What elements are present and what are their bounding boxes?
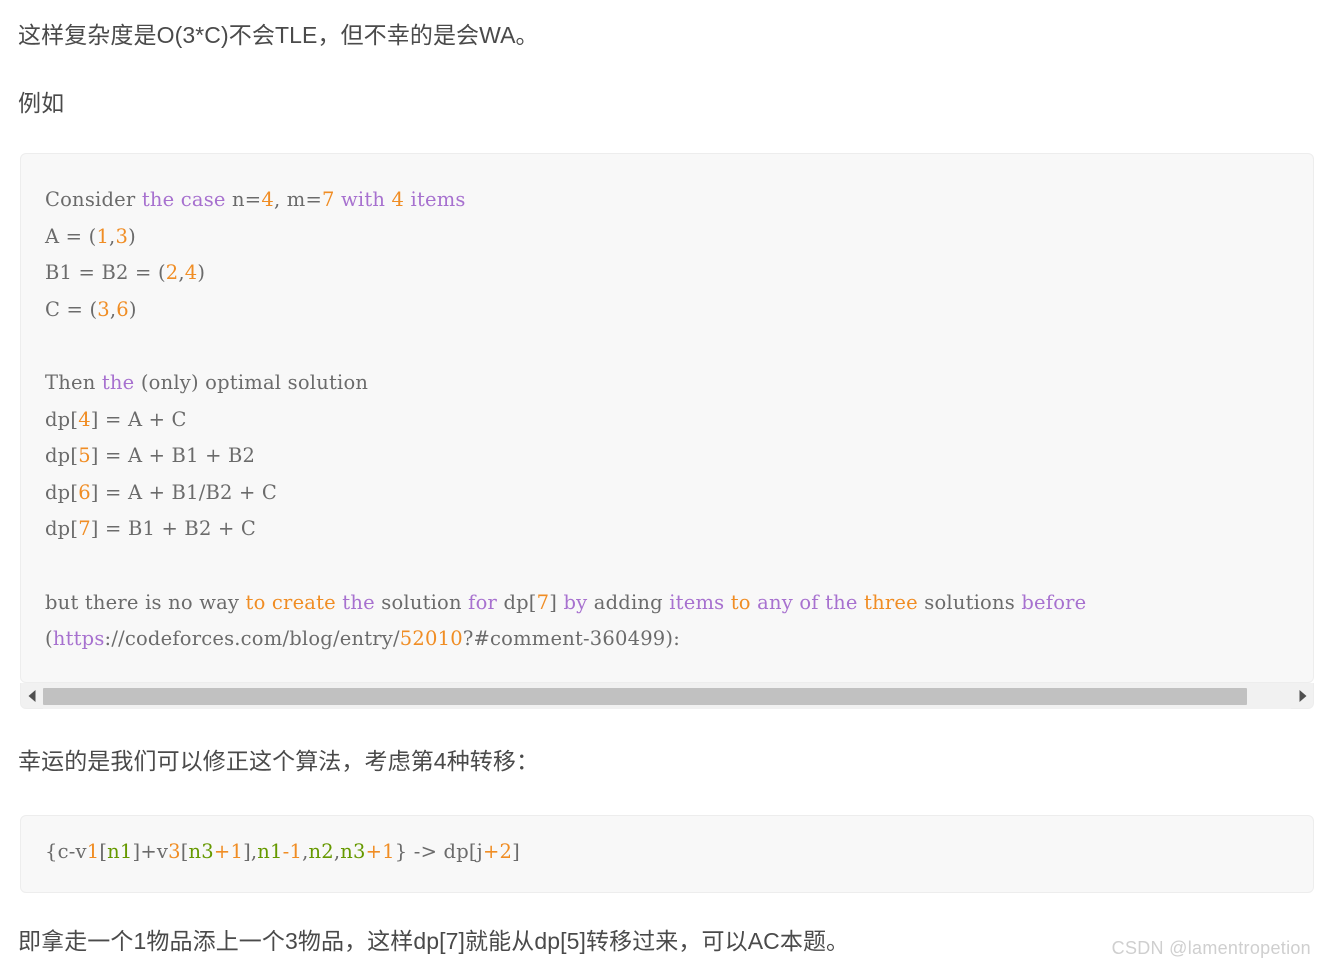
code-viewport-small[interactable]: {c-v1[n1]+v3[n3+1],n1-1,n2,n3+1} -> dp[j… bbox=[21, 816, 1313, 892]
code-token: ) bbox=[128, 297, 137, 321]
code-token: for bbox=[468, 590, 498, 614]
code-token: n1 bbox=[107, 840, 133, 863]
code-token: 6 bbox=[78, 480, 91, 504]
code-token: 4 bbox=[391, 188, 405, 211]
code-token: three bbox=[857, 590, 918, 614]
code-token: 4 bbox=[261, 188, 274, 211]
code-token: ] = A + C bbox=[90, 407, 187, 431]
code-token: 2 bbox=[165, 261, 179, 285]
code-token: (only) optimal solution bbox=[134, 370, 369, 394]
code-token: 52010 bbox=[399, 627, 463, 651]
scrollbar-thumb[interactable] bbox=[43, 687, 1248, 705]
code-token: ] = A + B1 + B2 bbox=[90, 444, 256, 468]
code-token: the bbox=[818, 590, 858, 614]
code-token: the bbox=[335, 590, 375, 614]
code-token: items bbox=[669, 590, 725, 614]
code-token: to create bbox=[245, 590, 336, 614]
code-token: any of bbox=[750, 590, 819, 614]
code-token: C = ( bbox=[45, 297, 98, 321]
code-token: by bbox=[557, 590, 588, 614]
code-token: -1 bbox=[282, 840, 303, 863]
code-token: Then bbox=[45, 370, 102, 394]
code-token: before bbox=[1021, 590, 1087, 614]
code-token: [ bbox=[99, 840, 108, 863]
paragraph-complexity-note: 这样复杂度是O(3*C)不会TLE，但不幸的是会WA。 bbox=[18, 22, 539, 48]
scroll-right-arrow-icon[interactable] bbox=[1291, 683, 1313, 709]
code-block-example[interactable]: Consider the case n=4, m=7 with 4 items … bbox=[20, 153, 1314, 683]
code-token: 6 bbox=[116, 297, 129, 321]
code-token: 7 bbox=[78, 517, 91, 541]
code-token: +1 bbox=[213, 840, 244, 863]
code-token: dp[ bbox=[497, 590, 537, 614]
code-token: solutions bbox=[917, 590, 1022, 614]
code-token: ], bbox=[243, 840, 258, 863]
code-token: } -> dp[j bbox=[394, 840, 483, 863]
code-token: 7 bbox=[536, 590, 550, 614]
code-viewport-main[interactable]: Consider the case n=4, m=7 with 4 items … bbox=[21, 154, 1313, 682]
code-token: adding bbox=[587, 590, 670, 614]
code-token: ://codeforces.com/blog/entry/ bbox=[104, 627, 400, 651]
code-token: dp[ bbox=[45, 517, 79, 541]
code-token: n3 bbox=[340, 840, 366, 863]
code-token: 4 bbox=[184, 261, 198, 285]
code-token: +1 bbox=[365, 840, 395, 863]
code-token: 3 bbox=[97, 297, 110, 321]
code-token: but there is no way bbox=[45, 590, 246, 614]
code-content-small: {c-v1[n1]+v3[n3+1],n1-1,n2,n3+1} -> dp[j… bbox=[21, 816, 1313, 869]
code-token: 4 bbox=[78, 407, 91, 431]
code-token: Consider bbox=[45, 188, 142, 211]
code-token: n1 bbox=[257, 840, 283, 863]
paragraph-fix-note: 幸运的是我们可以修正这个算法，考虑第4种转移： bbox=[18, 748, 540, 774]
code-token: [ bbox=[180, 840, 189, 863]
code-block-transition[interactable]: {c-v1[n1]+v3[n3+1],n1-1,n2,n3+1} -> dp[j… bbox=[20, 815, 1314, 893]
code-content-main: Consider the case n=4, m=7 with 4 items … bbox=[21, 154, 1313, 658]
code-token: 1 bbox=[96, 224, 110, 248]
code-token: ( bbox=[45, 627, 53, 651]
code-token: ]+v bbox=[132, 840, 169, 863]
code-token: 3 bbox=[115, 224, 129, 248]
code-token: with bbox=[334, 188, 392, 211]
code-token: ) bbox=[197, 261, 206, 285]
code-token: 1 bbox=[86, 840, 100, 863]
code-token: ] bbox=[549, 590, 558, 614]
paragraph-conclusion: 即拿走一个1物品添上一个3物品，这样dp[7]就能从dp[5]转移过来，可以AC… bbox=[18, 928, 850, 954]
code-token: 5 bbox=[78, 444, 91, 468]
code-token: dp[ bbox=[45, 480, 79, 504]
code-token: https bbox=[52, 627, 105, 651]
code-token: {c-v bbox=[45, 840, 87, 863]
code-token: 3 bbox=[168, 840, 181, 863]
code-token: A = ( bbox=[45, 224, 97, 248]
code-token: ] bbox=[512, 840, 520, 863]
code-token: n2 bbox=[308, 840, 334, 863]
paragraph-example-label: 例如 bbox=[18, 90, 65, 116]
code-token: ] = A + B1/B2 + C bbox=[90, 480, 278, 504]
code-token: ) bbox=[128, 224, 136, 248]
code-token: ] = B1 + B2 + C bbox=[90, 517, 257, 541]
code-token: dp[ bbox=[45, 407, 79, 431]
scroll-left-arrow-icon[interactable] bbox=[21, 683, 43, 709]
code-token: 7 bbox=[321, 188, 335, 211]
code-token: n= bbox=[225, 188, 262, 211]
code-token: items bbox=[404, 188, 466, 211]
code-token: to bbox=[724, 590, 751, 614]
csdn-watermark: CSDN @lamentropetion bbox=[1111, 938, 1311, 958]
code-token: dp[ bbox=[45, 444, 79, 468]
code-token: , m= bbox=[273, 188, 322, 211]
code-token: the bbox=[101, 370, 135, 394]
code-token: B1 = B2 = ( bbox=[45, 261, 166, 285]
article-page: 这样复杂度是O(3*C)不会TLE，但不幸的是会WA。 例如 Consider … bbox=[0, 0, 1335, 978]
code-token: solution bbox=[374, 590, 469, 614]
code-horizontal-scrollbar[interactable] bbox=[20, 682, 1314, 709]
code-token: +2 bbox=[482, 840, 513, 863]
code-token: the case bbox=[141, 188, 226, 211]
code-token: ?#comment-360499): bbox=[462, 627, 680, 651]
code-token: n3 bbox=[188, 840, 214, 863]
scrollbar-track[interactable] bbox=[43, 682, 1291, 709]
